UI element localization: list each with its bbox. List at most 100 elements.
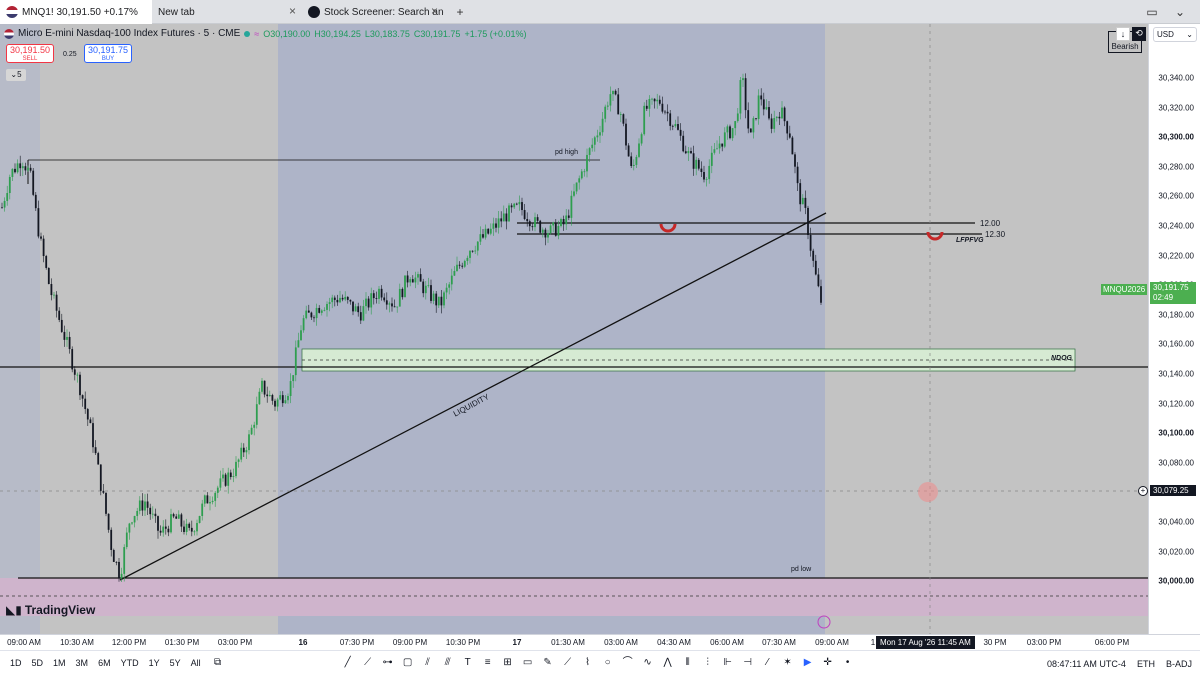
price-tick: 30,320.00 [1158,103,1194,113]
candle-body [89,419,92,424]
rectangle-icon[interactable]: ▢ [401,656,415,670]
candlestick-chart[interactable] [0,24,1148,634]
xabcd-icon[interactable]: ⋀ [661,656,675,670]
timeframe-3m[interactable]: 3M [76,658,89,668]
candle-body [796,166,799,184]
polyline-icon[interactable]: ⌇ [581,656,595,670]
cycles-icon[interactable]: ⦀ [681,656,695,670]
candle-body [34,194,37,209]
candle-body [424,285,427,294]
candle-body [422,281,425,294]
callout-icon[interactable]: ▭ [521,656,535,670]
candle-body [586,154,588,172]
bottom-toolbar: 1D 5D 1M 3M 6M YTD 1Y 5Y All ⧉ ╱ ⟋ ⊶ ▢ ⫽ ⫻ T ≡ ⊞… [0,650,1200,675]
indicators-toggle[interactable]: ⌄5 [6,69,26,81]
chart-pane[interactable]: pd high pd low LIQUIDITY 12.00 12.30 LFP… [0,24,1148,634]
pd-high-label: pd high [555,149,578,156]
candle-body [16,163,19,173]
brush-tool-icon[interactable]: ⁄ [761,656,775,670]
measure-icon[interactable]: ⊞ [501,656,515,670]
candle-body [3,200,6,208]
replay-icon[interactable]: ▶ [801,656,815,670]
candle-body [185,523,188,532]
tab-stock-screener[interactable]: Stock Screener: Search and × [302,0,444,24]
long-position-icon[interactable]: ⊩ [721,656,735,670]
timeframe-6m[interactable]: 6M [98,658,111,668]
candle-body [544,229,547,238]
timeframe-1m[interactable]: 1M [53,658,66,668]
timeframe-1y[interactable]: 1Y [149,658,160,668]
candle-body [747,110,750,129]
trend-line-icon[interactable]: ╱ [341,656,355,670]
candle-body [765,107,768,110]
session-toggle[interactable]: ETH [1137,659,1155,669]
candle-body [66,336,68,340]
candle-body [219,478,222,488]
candle-body [307,310,310,313]
text-tool-icon[interactable]: T [461,656,475,670]
tab-mnq[interactable]: MNQ1! 30,191.50 +0.17% [0,0,152,24]
candle-body [461,265,464,267]
tradingview-logo: ◣▮ TradingView [6,603,96,617]
candle-body [476,241,479,251]
candle-body [170,514,172,533]
sell-button[interactable]: 30,191.50 SELL [6,44,54,63]
forecast-icon[interactable]: ⫶ [701,656,715,670]
candle-body [326,303,328,310]
timeframe-5y[interactable]: 5Y [170,658,181,668]
arrow-down-icon[interactable]: ↓ [1116,27,1130,41]
symbol-title[interactable]: Micro E-mini Nasdaq-100 Index Futures · … [18,28,240,39]
currency-select[interactable]: USD ⌄ [1153,27,1197,42]
candle-body [315,307,318,319]
candle-body [489,228,492,234]
more-tabs-icon[interactable]: ⌄ [1172,4,1188,20]
candle-body [666,111,669,114]
timeframe-all[interactable]: All [191,658,201,668]
timeframe-5d[interactable]: 5D [32,658,44,668]
tab-new-tab[interactable]: New tab × [152,0,302,24]
horizontal-ray-icon[interactable]: ⊶ [381,656,395,670]
ray-icon[interactable]: ⟋ [361,656,375,670]
brush-icon[interactable]: ✎ [541,656,555,670]
arc-icon[interactable]: ⌒ [621,656,635,670]
close-icon[interactable]: × [289,4,296,18]
parallel-channel-icon[interactable]: ⫻ [441,656,455,670]
timeframe-ytd[interactable]: YTD [121,658,139,668]
tab-group-icon[interactable]: ▭ [1144,4,1160,20]
candle-body [297,340,300,348]
candle-body [448,284,451,288]
candle-body [531,226,534,228]
candle-body [640,134,643,144]
fib-icon[interactable]: ≡ [481,656,495,670]
candle-body [19,163,22,169]
candle-body [554,222,557,236]
date-range-icon[interactable]: ⧉ [211,656,225,670]
sync-icon[interactable]: ⟲ [1132,27,1146,41]
pitchfork-icon[interactable]: ⊣ [741,656,755,670]
candle-body [136,510,139,516]
candle-body [495,223,497,228]
adjustment-toggle[interactable]: B-ADJ [1166,659,1192,669]
candle-body [794,154,796,167]
new-tab-button[interactable]: + [452,4,468,20]
candle-body [198,515,201,523]
close-icon[interactable]: × [431,4,438,18]
buy-button[interactable]: 30,191.75 BUY [84,44,132,63]
circle-icon[interactable]: ○ [601,656,615,670]
magic-icon[interactable]: ✶ [781,656,795,670]
tradingview-icon [308,6,320,18]
tradingview-window: MNQ1! 30,191.50 +0.17% New tab × Stock S… [0,0,1200,675]
candle-body [196,522,198,532]
channel-icon[interactable]: ⫽ [421,656,435,670]
time-tick: 04:30 AM [657,638,691,647]
price-axis[interactable]: USD ⌄ 30,340.00 30,320.00 30,300.00 30,280.0… [1148,24,1200,634]
dot-icon[interactable]: • [841,656,855,670]
time-axis[interactable]: 09:00 AM 10:30 AM 12:00 PM 01:30 PM 03:00 PM… [0,634,1200,650]
crosshair-icon[interactable]: ✛ [821,656,835,670]
candle-body [289,381,292,397]
candle-body [146,501,149,508]
path-icon[interactable]: ⟋ [561,656,575,670]
add-alert-icon[interactable]: + [1138,486,1148,496]
wave-pattern-icon[interactable]: ∿ [641,656,655,670]
timeframe-1d[interactable]: 1D [10,658,22,668]
